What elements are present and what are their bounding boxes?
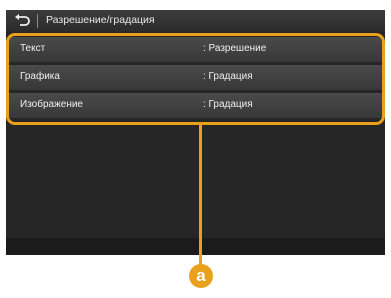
bottom-bar bbox=[6, 238, 385, 255]
back-button[interactable] bbox=[12, 13, 32, 29]
page-title: Разрешение/градация bbox=[46, 14, 155, 26]
title-bar: Разрешение/градация bbox=[6, 10, 385, 32]
title-divider bbox=[37, 14, 38, 28]
setting-value: : Градация bbox=[203, 99, 253, 110]
settings-list: Текст : Разрешение Графика : Градация Из… bbox=[8, 37, 383, 137]
setting-row-image[interactable]: Изображение : Градация bbox=[8, 93, 383, 118]
printer-panel-screen: Разрешение/градация Текст : Разрешение Г… bbox=[6, 10, 385, 238]
setting-row-text[interactable]: Текст : Разрешение bbox=[8, 37, 383, 62]
back-arrow-icon bbox=[15, 14, 30, 26]
callout-badge: a bbox=[189, 264, 213, 288]
setting-label: Графика bbox=[20, 71, 60, 82]
setting-value: : Градация bbox=[203, 71, 253, 82]
setting-label: Текст bbox=[20, 43, 46, 54]
callout-leader-line bbox=[199, 125, 202, 265]
setting-value: : Разрешение bbox=[203, 43, 267, 54]
setting-label: Изображение bbox=[20, 99, 83, 110]
setting-row-graphics[interactable]: Графика : Градация bbox=[8, 65, 383, 90]
